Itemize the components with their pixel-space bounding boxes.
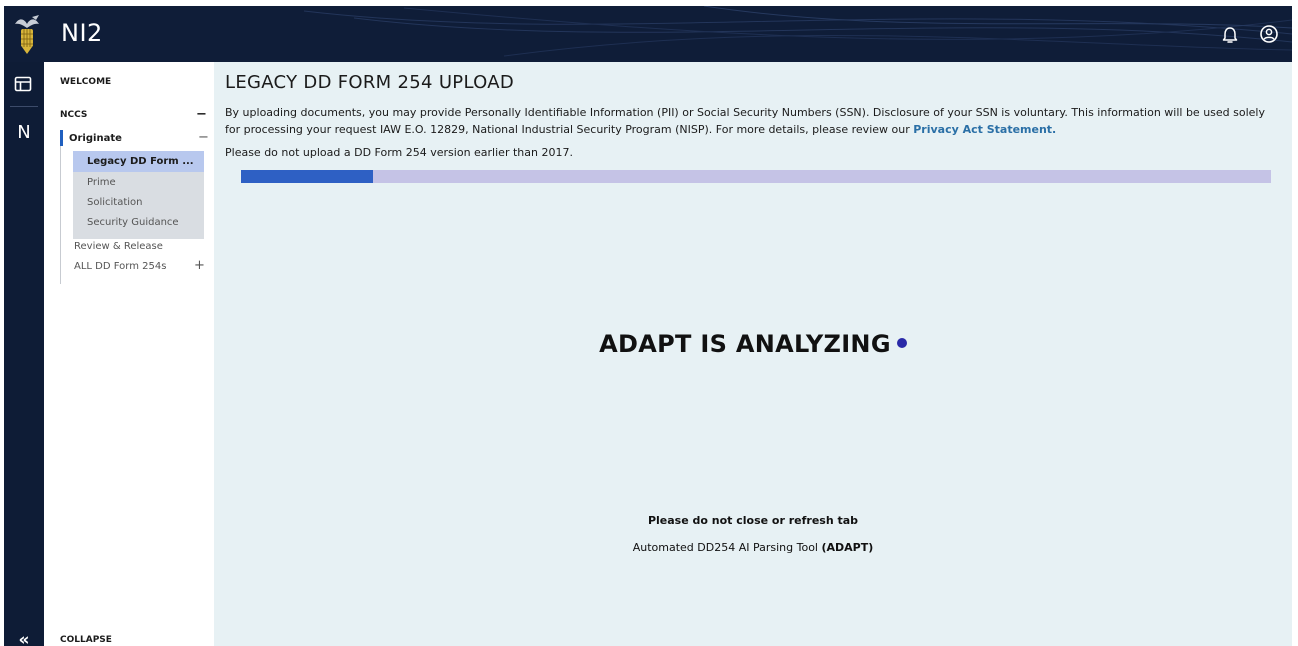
sidebar-item-security-guidance[interactable]: Security Guidance	[87, 217, 179, 228]
rail-nccs-button[interactable]: N	[4, 122, 44, 143]
analyzing-status-text: ADAPT IS ANALYZING	[599, 330, 891, 358]
sidebar-item-legacy-dd-form[interactable]: Legacy DD Form ...	[87, 156, 194, 167]
main-content: LEGACY DD FORM 254 UPLOAD By uploading d…	[214, 62, 1292, 646]
pii-disclaimer: By uploading documents, you may provide …	[225, 104, 1275, 138]
icon-rail: N «	[4, 62, 44, 646]
loading-dot-icon	[896, 338, 907, 348]
top-bar: NI2	[4, 6, 1292, 62]
double-chevron-left-icon[interactable]: «	[4, 630, 44, 646]
tool-caption-name: Automated DD254 AI Parsing Tool	[632, 541, 818, 554]
analyzing-status: ADAPT IS ANALYZING	[214, 330, 1292, 358]
app-frame: NI2 N « WELCOME NCCS − Originate − Legac…	[4, 6, 1292, 646]
collapse-nccs-icon[interactable]: −	[196, 107, 207, 122]
disclaimer-text: By uploading documents, you may provide …	[225, 106, 1265, 136]
tree-guide-line	[60, 132, 61, 284]
tool-caption: Automated DD254 AI Parsing Tool (ADAPT)	[214, 541, 1292, 554]
version-notice: Please do not upload a DD Form 254 versi…	[225, 146, 573, 159]
progress-fill	[241, 170, 373, 183]
sidebar-section-nccs[interactable]: NCCS	[60, 110, 87, 120]
active-group-indicator	[60, 130, 63, 146]
upload-progress-bar	[241, 170, 1271, 183]
header-wave-pattern	[303, 6, 1292, 57]
sidebar-item-prime[interactable]: Prime	[87, 177, 116, 188]
sidebar-item-review-release[interactable]: Review & Release	[74, 241, 163, 252]
page-title: LEGACY DD FORM 254 UPLOAD	[225, 72, 515, 93]
app-title: NI2	[61, 19, 103, 47]
collapse-originate-icon[interactable]: −	[198, 130, 209, 145]
bell-icon[interactable]	[1220, 25, 1240, 45]
sidebar-item-solicitation[interactable]: Solicitation	[87, 197, 143, 208]
rail-divider	[10, 106, 38, 107]
sidebar-item-all-dd-forms[interactable]: ALL DD Form 254s	[74, 261, 166, 272]
sidebar-group-originate[interactable]: Originate	[69, 133, 122, 144]
sidebar-nav: WELCOME NCCS − Originate − Legacy DD For…	[44, 62, 214, 646]
sidebar-item-welcome[interactable]: WELCOME	[60, 77, 111, 87]
expand-all-forms-icon[interactable]: +	[194, 258, 205, 273]
do-not-close-warning: Please do not close or refresh tab	[647, 514, 859, 527]
dashboard-icon[interactable]	[14, 76, 32, 92]
tool-caption-acronym: (ADAPT)	[821, 541, 874, 554]
sidebar-collapse-button[interactable]: COLLAPSE	[60, 635, 112, 645]
eagle-seal-icon[interactable]	[12, 14, 42, 56]
privacy-act-link[interactable]: Privacy Act Statement.	[913, 123, 1056, 136]
user-circle-icon[interactable]	[1259, 24, 1279, 44]
